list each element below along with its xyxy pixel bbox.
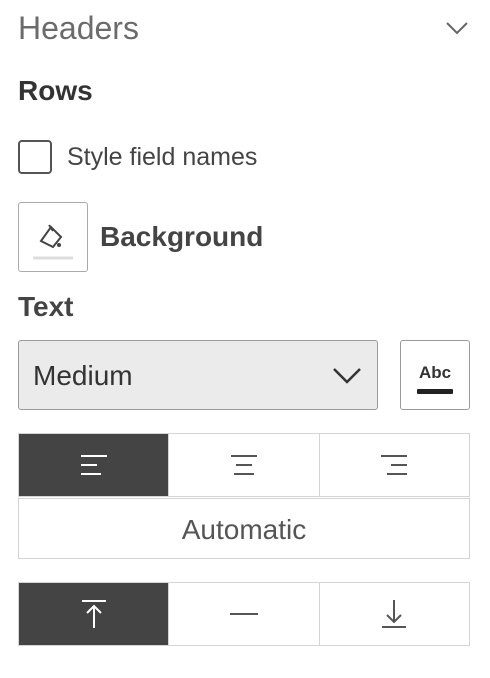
align-right-icon: [381, 455, 408, 475]
align-bottom-button[interactable]: [318, 583, 469, 645]
rows-heading: Rows: [18, 75, 93, 106]
text-color-button[interactable]: Abc: [400, 340, 470, 410]
chevron-down-icon[interactable]: [444, 18, 470, 38]
section-title: Headers: [18, 10, 139, 46]
text-wrap-automatic-button[interactable]: Automatic: [18, 498, 470, 559]
align-left-button[interactable]: [19, 434, 169, 496]
background-label: Background: [100, 221, 264, 252]
font-size-select[interactable]: Medium: [18, 340, 378, 410]
style-field-names-checkbox[interactable]: [18, 140, 52, 174]
align-middle-button[interactable]: [168, 583, 318, 645]
align-left-icon: [80, 455, 107, 475]
paint-bucket-icon: [33, 224, 73, 260]
font-size-value: Medium: [33, 360, 133, 391]
align-top-icon: [81, 600, 106, 628]
vertical-align-group: [18, 582, 470, 646]
align-center-button[interactable]: [168, 434, 318, 496]
text-color-label: Abc: [418, 363, 452, 382]
align-center-icon: [230, 455, 257, 475]
align-bottom-icon: [382, 600, 407, 628]
align-top-button[interactable]: [19, 583, 169, 645]
chevron-down-icon: [333, 368, 361, 384]
style-field-names-label[interactable]: Style field names: [67, 142, 257, 172]
text-color-swatch: [417, 389, 453, 394]
text-heading: Text: [18, 291, 74, 322]
background-color-button[interactable]: [18, 202, 88, 272]
align-right-button[interactable]: [318, 434, 469, 496]
horizontal-align-group: [18, 433, 470, 497]
align-middle-icon: [229, 613, 258, 615]
